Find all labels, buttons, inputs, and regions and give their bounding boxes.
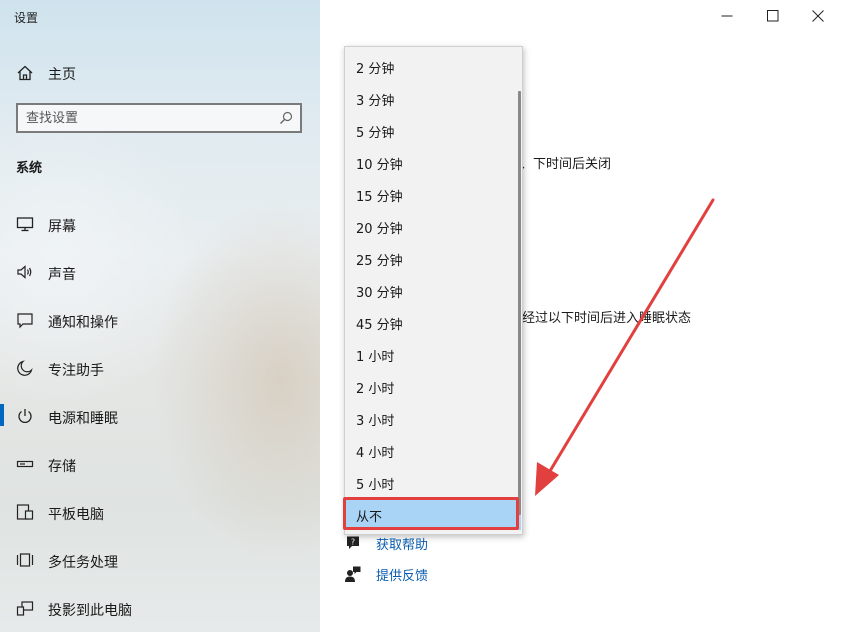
screen-off-label: 、下时间后关闭	[520, 157, 612, 172]
search-box[interactable]	[16, 103, 302, 133]
sidebar-item-focus-assist[interactable]: 专注助手	[0, 352, 320, 400]
sidebar-item-multitasking[interactable]: 多任务处理	[0, 544, 320, 592]
dropdown-option[interactable]: 5 分钟	[345, 114, 521, 146]
search-icon[interactable]	[278, 110, 294, 126]
storage-icon	[16, 460, 34, 468]
selection-indicator	[0, 404, 4, 426]
svg-text:?: ?	[351, 538, 355, 547]
maximize-icon	[767, 10, 779, 22]
give-feedback-label: 提供反馈	[376, 569, 429, 584]
get-help-label: 获取帮助	[376, 538, 429, 553]
dropdown-option[interactable]: 10 分钟	[345, 146, 521, 178]
window-title: 设置	[14, 11, 39, 25]
notification-icon	[17, 313, 33, 329]
sidebar-item-label: 专注助手	[48, 363, 104, 379]
dropdown-option[interactable]: 45 分钟	[345, 306, 521, 338]
search-input[interactable]	[26, 109, 266, 127]
give-feedback-link[interactable]: 提供反馈	[344, 563, 544, 585]
sidebar-item-power-sleep[interactable]: 电源和睡眠	[0, 400, 320, 448]
nav-list: 屏幕 声音 通知和操作 专注助手 电源和睡眠 存储 平板电脑 多任务处理 投影到…	[0, 208, 320, 632]
dropdown-option[interactable]: 15 分钟	[345, 178, 521, 210]
sidebar-item-label: 声音	[48, 267, 76, 283]
close-icon	[812, 10, 824, 22]
sidebar-item-notifications[interactable]: 通知和操作	[0, 304, 320, 352]
maximize-button[interactable]	[750, 4, 796, 28]
dropdown-option[interactable]: 3 分钟	[345, 82, 521, 114]
close-button[interactable]	[795, 4, 841, 28]
get-help-link[interactable]: ? 获取帮助	[344, 532, 544, 554]
sidebar-item-label: 通知和操作	[48, 315, 118, 331]
sidebar-item-home[interactable]: 主页	[0, 58, 320, 88]
sidebar-item-display[interactable]: 屏幕	[0, 208, 320, 256]
minimize-button[interactable]	[704, 4, 750, 28]
sleep-timeout-dropdown[interactable]: 2 分钟 3 分钟 5 分钟 10 分钟 15 分钟 20 分钟 25 分钟 3…	[344, 46, 523, 535]
monitor-icon	[16, 217, 34, 232]
dropdown-option[interactable]: 25 分钟	[345, 242, 521, 274]
sleep-label: 经过以下时间后进入睡眠状态	[522, 311, 692, 326]
feedback-icon	[345, 566, 361, 582]
speaker-icon	[17, 265, 32, 279]
minimize-icon	[721, 15, 733, 17]
sidebar-item-label: 多任务处理	[48, 555, 118, 571]
sidebar-item-project[interactable]: 投影到此电脑	[0, 592, 320, 632]
annotation-highlight-box	[343, 497, 519, 530]
sidebar-item-label: 主页	[48, 67, 76, 83]
tablet-icon	[16, 504, 34, 520]
dropdown-option[interactable]: 30 分钟	[345, 274, 521, 306]
sidebar-item-label: 电源和睡眠	[48, 411, 118, 427]
project-icon	[16, 601, 34, 616]
sidebar-item-tablet[interactable]: 平板电脑	[0, 496, 320, 544]
home-icon	[17, 65, 33, 81]
sidebar-item-sound[interactable]: 声音	[0, 256, 320, 304]
sidebar: 设置 主页 系统 屏幕 声	[0, 0, 320, 632]
sidebar-item-label: 平板电脑	[48, 507, 104, 523]
dropdown-option[interactable]: 2 小时	[345, 370, 521, 402]
dropdown-option[interactable]: 20 分钟	[345, 210, 521, 242]
dropdown-option[interactable]: 1 小时	[345, 338, 521, 370]
sidebar-item-label: 投影到此电脑	[48, 603, 132, 619]
section-title: 系统	[16, 161, 43, 176]
moon-icon	[17, 360, 33, 376]
dropdown-option[interactable]: 4 小时	[345, 434, 521, 466]
help-icon: ?	[347, 536, 359, 549]
sidebar-item-label: 屏幕	[48, 219, 76, 235]
dropdown-option[interactable]: 2 分钟	[345, 50, 521, 82]
dropdown-option[interactable]: 5 小时	[345, 466, 521, 498]
dropdown-option[interactable]: 3 小时	[345, 402, 521, 434]
sidebar-item-label: 存储	[48, 459, 76, 475]
power-icon	[18, 409, 32, 423]
dropdown-scrollbar[interactable]	[518, 91, 521, 515]
multitask-icon	[16, 553, 34, 567]
sidebar-item-storage[interactable]: 存储	[0, 448, 320, 496]
